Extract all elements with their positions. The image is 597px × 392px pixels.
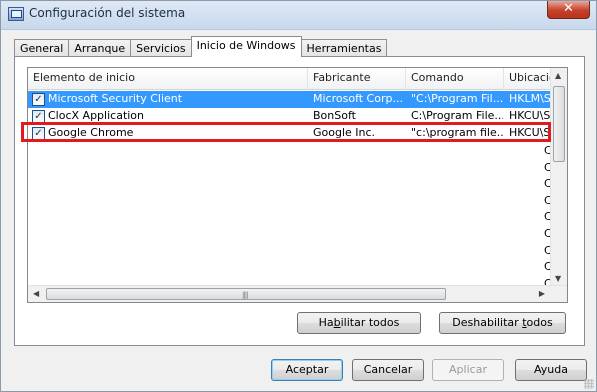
checkbox[interactable]: ✓ [32, 93, 45, 106]
tab-herramientas[interactable]: Herramientas [300, 39, 388, 57]
annotation-highlight [21, 122, 551, 142]
column-header-item[interactable]: Elemento de inicio [28, 68, 308, 89]
label-suffix: odos [526, 316, 553, 329]
title-bar[interactable]: Configuración del sistema ✕ [1, 1, 596, 30]
close-button[interactable]: ✕ [547, 1, 590, 19]
label-prefix: Deshabilitar [452, 316, 523, 329]
window-title: Configuración del sistema [29, 6, 186, 20]
enable-all-button[interactable]: Habilitar todos [297, 312, 421, 334]
scroll-up-icon[interactable]: ▲ [555, 71, 561, 80]
item-name: Microsoft Security Client [48, 92, 183, 105]
disable-all-button[interactable]: Deshabilitar todos [439, 312, 566, 334]
vertical-scrollbar[interactable]: ▲ ▼ [550, 68, 567, 286]
horizontal-scrollbar[interactable]: ◀ |||| ▶ [28, 285, 567, 302]
label-prefix: Ha [318, 316, 334, 329]
help-button[interactable]: Ayuda [515, 359, 587, 381]
column-header-command[interactable]: Comando [406, 68, 504, 89]
msconfig-icon [8, 7, 24, 21]
column-header-maker[interactable]: Fabricante [308, 68, 406, 89]
ok-button[interactable]: Aceptar [271, 359, 343, 381]
tab-inicio-de-windows[interactable]: Inicio de Windows [190, 36, 302, 57]
vertical-scroll-thumb[interactable] [553, 86, 565, 162]
item-location: HKLM\SO [509, 92, 552, 105]
startup-items-list[interactable]: Elemento de inicio Fabricante Comando Ub… [27, 67, 568, 303]
scroll-down-icon[interactable]: ▼ [555, 274, 561, 283]
resize-grip-icon[interactable] [584, 379, 594, 389]
system-config-window: Configuración del sistema ✕ General Arra… [0, 0, 597, 392]
apply-button[interactable]: Aplicar [432, 359, 504, 381]
tab-strip: General Arranque Servicios Inicio de Win… [14, 36, 388, 57]
grip-icon: |||| [242, 291, 249, 299]
horizontal-scroll-thumb[interactable]: |||| [46, 288, 446, 300]
close-icon: ✕ [563, 1, 574, 16]
cancel-button[interactable]: Cancelar [352, 359, 424, 381]
scroll-right-icon[interactable]: ▶ [539, 289, 545, 298]
label-suffix: ilitar todos [340, 316, 400, 329]
tab-general[interactable]: General [14, 39, 70, 57]
tab-arranque[interactable]: Arranque [68, 39, 132, 57]
scroll-left-icon[interactable]: ◀ [33, 289, 39, 298]
label-mnemonic: b [333, 316, 341, 329]
list-item[interactable]: ✓ Microsoft Security Client Microsoft Co… [28, 91, 552, 108]
item-command: "C:\Program Fil... [411, 92, 503, 105]
tab-servicios[interactable]: Servicios [130, 39, 192, 57]
item-maker: Microsoft Corp... [313, 92, 403, 105]
list-header: Elemento de inicio Fabricante Comando Ub… [28, 68, 563, 90]
